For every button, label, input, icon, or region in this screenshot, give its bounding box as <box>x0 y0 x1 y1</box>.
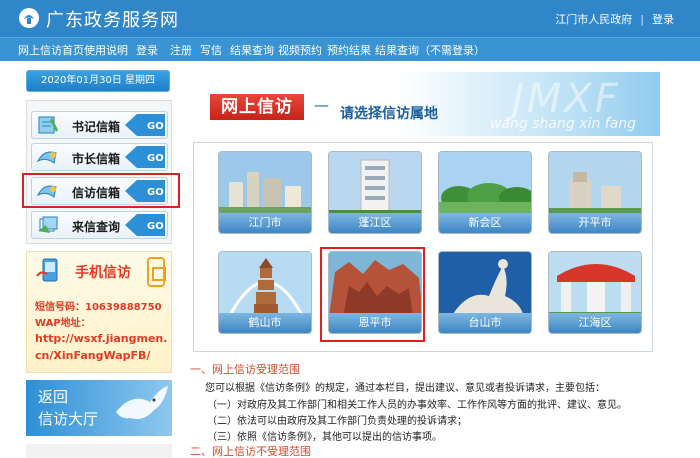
dove-icon <box>116 386 168 419</box>
mailbox-mayor-button[interactable]: 市长信箱 GO <box>31 143 168 171</box>
district-name: 开平市 <box>549 213 641 233</box>
return-hall-button[interactable]: 返回 信访大厅 <box>26 380 172 436</box>
date-display: 2020年01月30日 星期四 <box>26 70 170 92</box>
banner-dash: — <box>314 96 329 114</box>
nav-booking-result[interactable]: 预约结果 <box>327 42 371 58</box>
banner: JMXF 网上信访 — 请选择信访属地 wang shang xin fang <box>182 72 660 136</box>
nav-write[interactable]: 写信 <box>200 42 222 58</box>
scope-item-3: （三）依照《信访条例》，其他可以提出的信访事项。 <box>207 432 442 443</box>
section-exclusion-title: 二、网上信访不受理范围 <box>190 445 311 458</box>
wap-url-line1[interactable]: http://wsxf.jiangmen. <box>35 332 167 345</box>
district-tile-pengjiang[interactable]: 蓬江区 <box>328 151 422 234</box>
notebook-icon <box>38 116 58 134</box>
envelope-icon <box>36 151 57 164</box>
nav-instructions[interactable]: 使用说明 <box>84 42 128 58</box>
nav-query-no-login[interactable]: 结果查询（不需登录） <box>375 42 485 58</box>
mailbox-panel: 书记信箱 GO 市长信箱 GO 信访信箱 GO 来信查询 GO <box>26 100 172 244</box>
sms-number: 短信号码：10639888750 <box>35 302 162 313</box>
mobile-phone-icon <box>36 258 58 282</box>
top-right-links: 江门市人民政府 | 登录 <box>555 11 674 27</box>
phone-outline-icon <box>147 257 166 287</box>
go-arrow-icon: GO <box>125 146 165 168</box>
go-label: GO <box>147 121 164 132</box>
wap-url-line2[interactable]: cn/XinFangWapFB/ <box>35 349 150 362</box>
return-hall-line2: 信访大厅 <box>38 410 99 428</box>
banner-subtitle: 请选择信访属地 <box>340 106 438 122</box>
mailbox-label: 书记信箱 <box>72 120 121 134</box>
district-tile-xinhui[interactable]: 新会区 <box>438 151 532 234</box>
go-label: GO <box>147 153 164 164</box>
mailbox-secretary-button[interactable]: 书记信箱 GO <box>31 111 168 139</box>
intro-paragraph: 您可以根据《信访条例》的规定，通过本栏目，提出建议、意见或者投诉请求，主要包括： <box>205 383 605 394</box>
district-tile-jianghai[interactable]: 江海区 <box>548 251 642 334</box>
mailbox-label: 来信查询 <box>72 220 121 234</box>
district-tile-kaiping[interactable]: 开平市 <box>548 151 642 234</box>
header-separator: | <box>640 13 644 26</box>
district-tile-heshan[interactable]: 鹤山市 <box>218 251 312 334</box>
selected-highlight <box>22 173 180 208</box>
scope-item-2: （二）依法可以由政府及其工作部门负责处理的投诉请求； <box>207 416 467 427</box>
site-title[interactable]: 广东政务服务网 <box>46 6 179 32</box>
nav-register[interactable]: 注册 <box>170 42 192 58</box>
bottom-decoration <box>26 444 172 458</box>
gov-link[interactable]: 江门市人民政府 <box>555 13 632 26</box>
district-tile-taishan[interactable]: 台山市 <box>438 251 532 334</box>
district-tile-jiangmen[interactable]: 江门市 <box>218 151 312 234</box>
letter-stack-icon <box>38 216 58 233</box>
nav-video-booking[interactable]: 视频预约 <box>278 42 322 58</box>
district-name: 蓬江区 <box>329 213 421 233</box>
section-scope-title: 一、网上信访受理范围 <box>190 363 300 376</box>
nav-login[interactable]: 登录 <box>136 42 158 58</box>
top-header: 广东政务服务网 江门市人民政府 | 登录 <box>0 0 700 37</box>
main-nav: 网上信访首页 使用说明 登录 注册 写信 结果查询 视频预约 预约结果 结果查询… <box>0 37 700 61</box>
district-name: 台山市 <box>439 313 531 333</box>
mailbox-query-button[interactable]: 来信查询 GO <box>31 211 168 239</box>
sms-title: 手机信访 <box>75 265 131 281</box>
banner-title: 网上信访 <box>210 94 304 120</box>
nav-result-query[interactable]: 结果查询 <box>230 42 274 58</box>
go-arrow-icon: GO <box>125 214 165 236</box>
sms-petition-panel[interactable]: 手机信访 短信号码：10639888750 WAP地址： http://wsxf… <box>26 251 172 373</box>
district-name: 新会区 <box>439 213 531 233</box>
district-name: 江海区 <box>549 313 641 333</box>
go-arrow-icon: GO <box>125 114 165 136</box>
district-name: 江门市 <box>219 213 311 233</box>
scope-item-1: （一）对政府及其工作部门和相关工作人员的办事效率、工作作风等方面的批评、建议、意… <box>207 400 627 411</box>
wap-label: WAP地址： <box>35 318 91 329</box>
selected-district-highlight <box>320 247 425 342</box>
header-login-link[interactable]: 登录 <box>652 13 674 26</box>
nav-home[interactable]: 网上信访首页 <box>18 42 84 58</box>
district-name: 鹤山市 <box>219 313 311 333</box>
go-label: GO <box>147 221 164 232</box>
banner-pinyin: wang shang xin fang <box>490 116 636 132</box>
gov-logo-icon[interactable] <box>18 7 40 29</box>
mailbox-label: 市长信箱 <box>72 152 121 166</box>
return-hall-line1: 返回 <box>38 388 69 406</box>
